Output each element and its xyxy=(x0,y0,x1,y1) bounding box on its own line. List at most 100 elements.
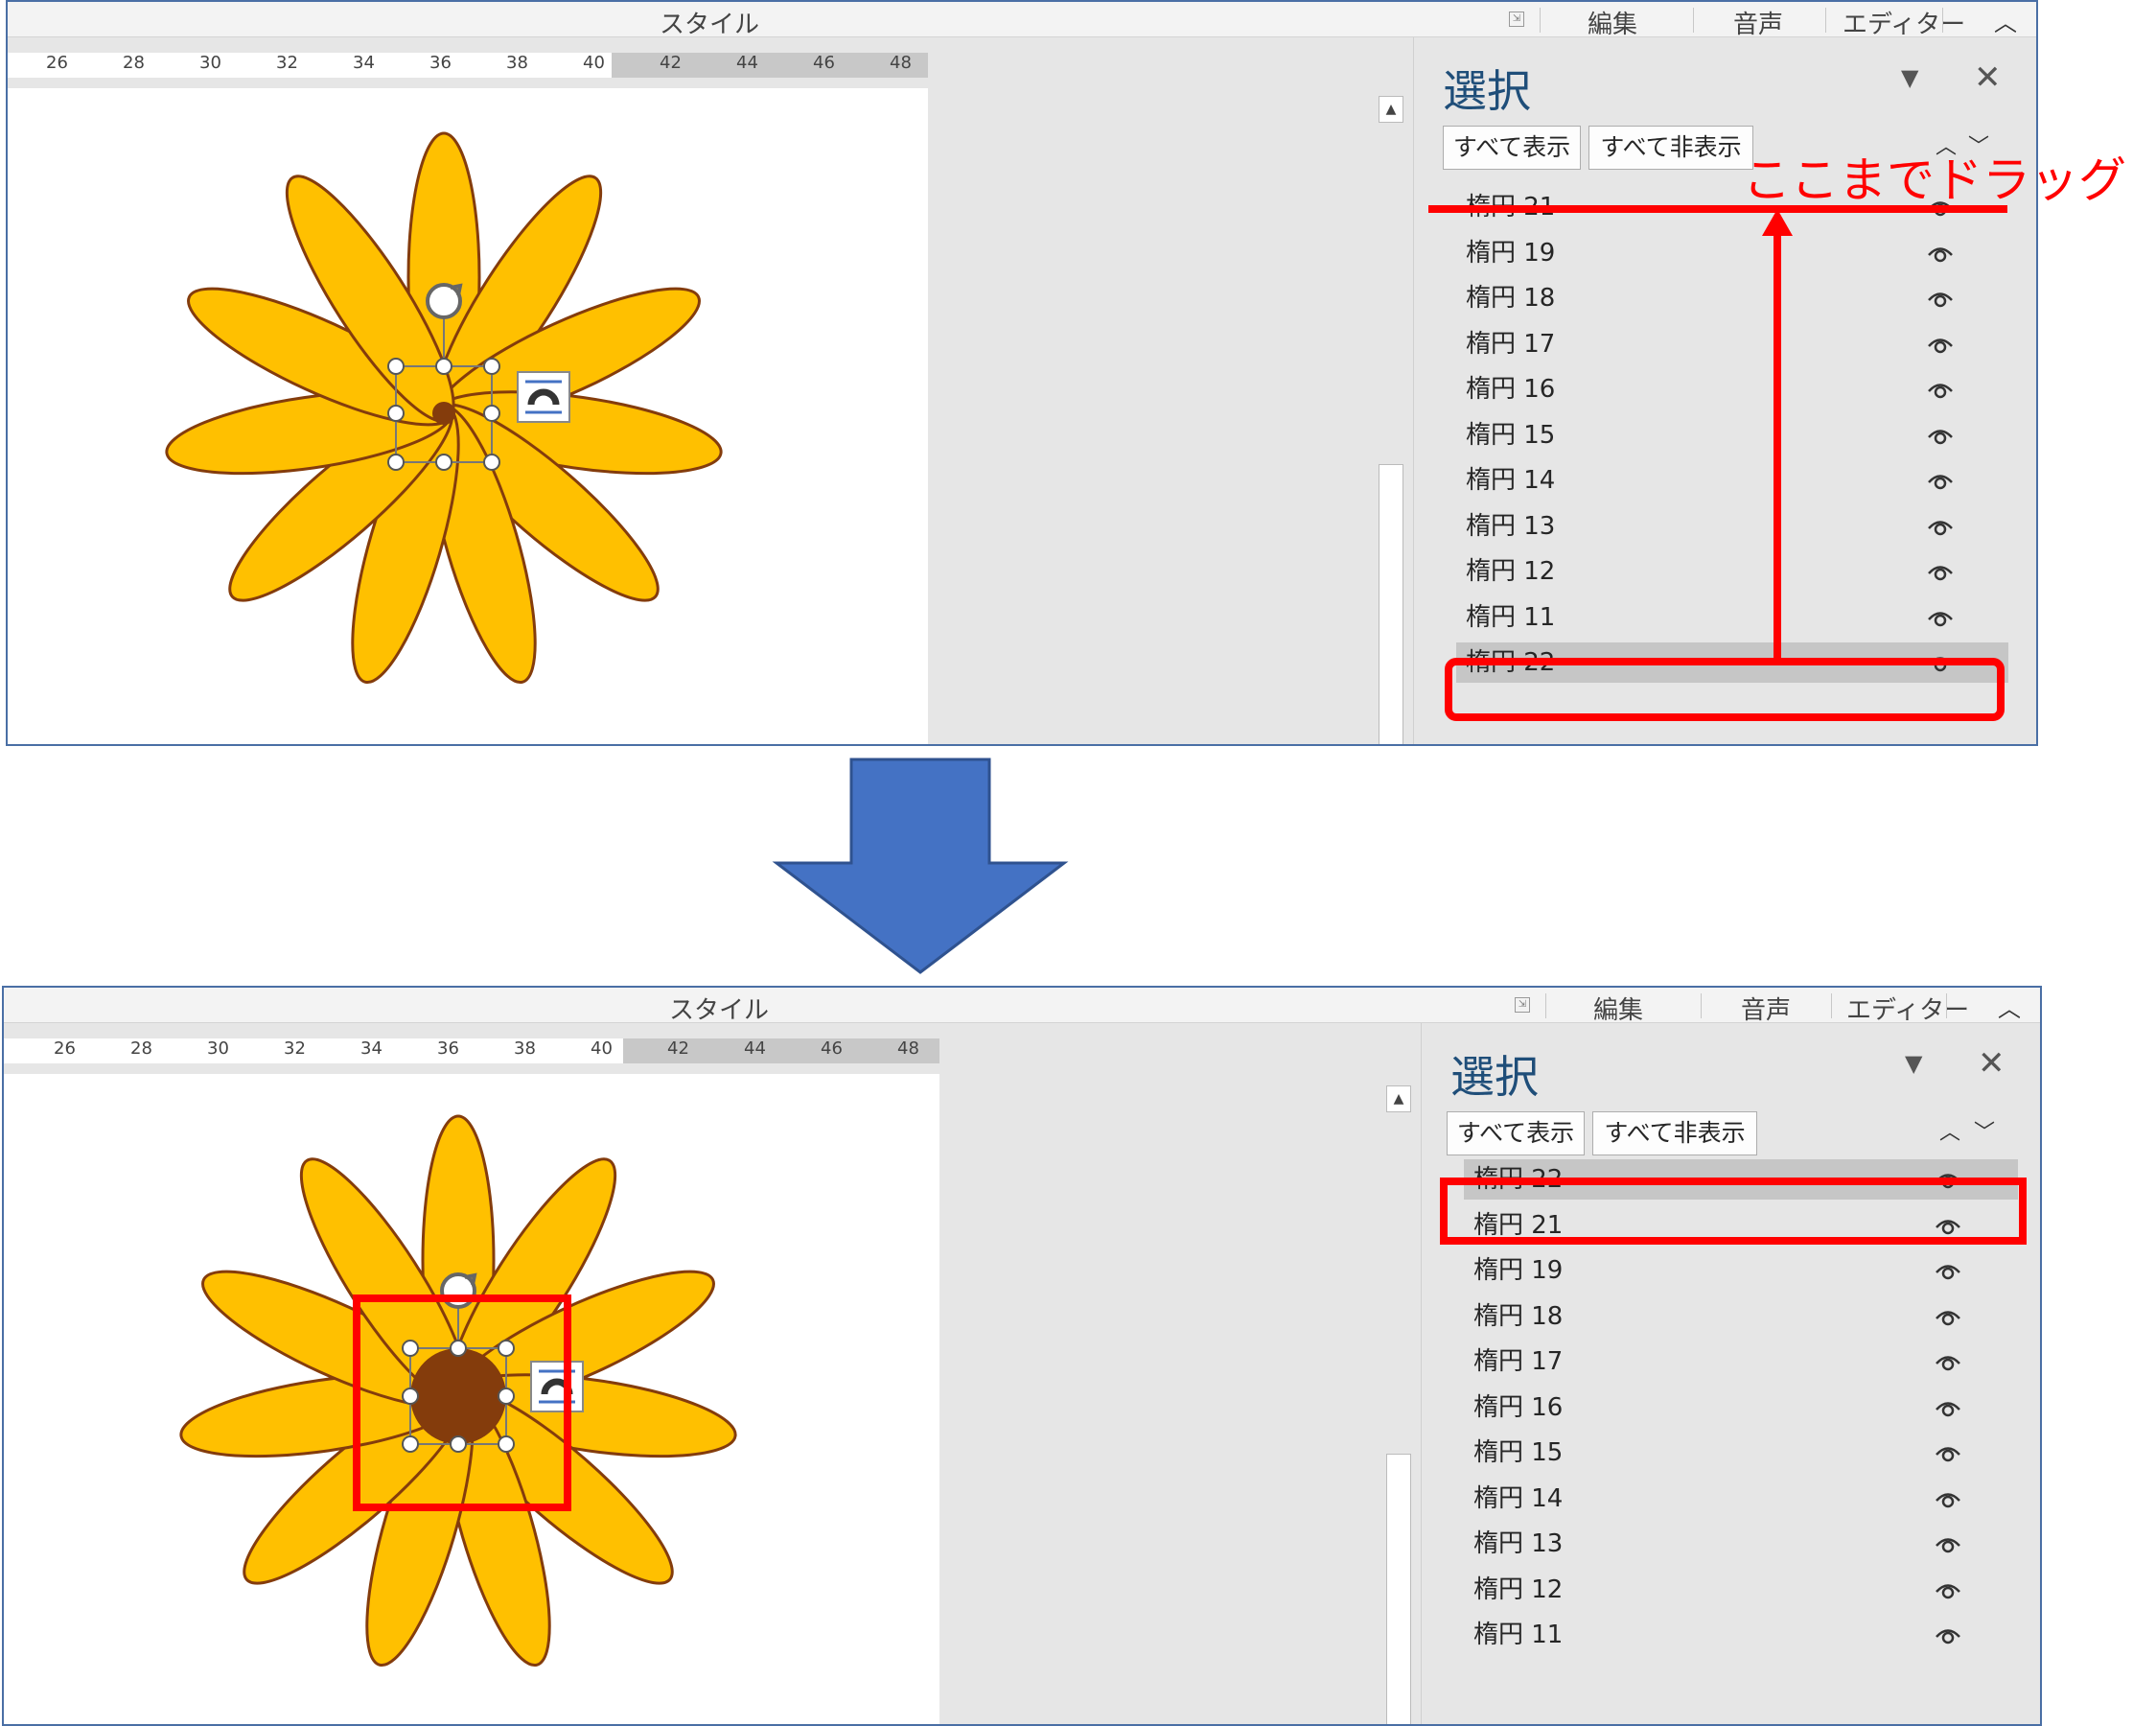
list-item[interactable]: 楕円 13 xyxy=(1456,506,2008,547)
flower-shape-group[interactable] xyxy=(8,88,928,744)
list-item-label: 楕円 11 xyxy=(1466,602,1556,632)
dialog-launcher-icon[interactable]: ⇲ xyxy=(1509,12,1524,27)
ruler-tick: 26 xyxy=(54,1038,76,1059)
list-item[interactable]: 楕円 17 xyxy=(1456,324,2008,364)
eye-icon[interactable] xyxy=(1934,1529,1962,1558)
eye-icon[interactable] xyxy=(1926,375,1955,404)
eye-icon[interactable] xyxy=(1934,1438,1962,1467)
eye-icon[interactable] xyxy=(1934,1484,1962,1513)
horizontal-ruler: 26 28 30 32 34 36 38 40 42 44 46 48 xyxy=(8,37,1413,87)
eye-icon[interactable] xyxy=(1926,603,1955,632)
pane-options-icon[interactable]: ▼ xyxy=(1905,1050,1922,1077)
ribbon-group-style: スタイル xyxy=(669,996,770,1025)
before-screenshot: スタイル ⇲ 編集 音声 エディター ︿ 26 28 30 32 34 36 3… xyxy=(6,0,2038,746)
ribbon-group-voice[interactable]: 音声 xyxy=(1733,5,1783,40)
moved-item-highlight xyxy=(1440,1178,2027,1245)
chevron-down-icon[interactable]: ﹀ xyxy=(1970,1119,1999,1148)
list-item-label: 楕円 17 xyxy=(1466,329,1556,359)
eye-icon[interactable] xyxy=(1934,1347,1962,1376)
ruler-tick: 34 xyxy=(353,53,375,73)
list-item[interactable]: 楕円 12 xyxy=(1456,551,2008,592)
ribbon-group-edit[interactable]: 編集 xyxy=(1588,5,1637,40)
eye-icon[interactable] xyxy=(1926,421,1955,450)
ruler-tick: 26 xyxy=(46,53,68,73)
list-item-label: 楕円 19 xyxy=(1473,1256,1564,1285)
list-item[interactable]: 楕円 19 xyxy=(1456,233,2008,273)
ruler-tick: 38 xyxy=(514,1038,536,1059)
ribbon-group-edit[interactable]: 編集 xyxy=(1593,991,1643,1026)
ribbon-group-editor[interactable]: エディター xyxy=(1843,5,1965,40)
list-item[interactable]: 楕円 13 xyxy=(1464,1524,2018,1564)
eye-icon[interactable] xyxy=(1926,284,1955,313)
eye-icon[interactable] xyxy=(1934,1621,1962,1649)
vertical-scrollbar[interactable]: ▲ xyxy=(1377,88,1405,744)
ribbon-group-voice[interactable]: 音声 xyxy=(1741,991,1791,1026)
list-item-label: 楕円 13 xyxy=(1473,1529,1564,1558)
eye-icon[interactable] xyxy=(1926,466,1955,495)
eye-icon[interactable] xyxy=(1934,1256,1962,1285)
ruler-tick: 40 xyxy=(591,1038,613,1059)
eye-icon[interactable] xyxy=(1934,1302,1962,1331)
list-item-label: 楕円 12 xyxy=(1466,557,1556,586)
show-all-button[interactable]: すべて表示 xyxy=(1447,1111,1585,1155)
ruler-tick: 44 xyxy=(736,53,758,73)
eye-icon[interactable] xyxy=(1926,512,1955,541)
list-item[interactable]: 楕円 18 xyxy=(1456,278,2008,318)
list-item[interactable]: 楕円 16 xyxy=(1464,1388,2018,1428)
horizontal-ruler: 26 28 30 32 34 36 38 40 42 44 46 48 xyxy=(4,1023,1423,1073)
ruler-tick: 44 xyxy=(744,1038,766,1059)
list-item[interactable]: 楕円 18 xyxy=(1464,1296,2018,1337)
list-item[interactable]: 楕円 14 xyxy=(1456,460,2008,501)
ruler-tick: 38 xyxy=(506,53,528,73)
list-item[interactable]: 楕円 17 xyxy=(1464,1341,2018,1382)
document-page[interactable] xyxy=(8,88,928,744)
eye-icon[interactable] xyxy=(1926,330,1955,359)
ruler-tick: 28 xyxy=(123,53,145,73)
list-item-label: 楕円 15 xyxy=(1473,1438,1564,1467)
hide-all-button[interactable]: すべて非表示 xyxy=(1592,1111,1757,1155)
ruler-tick: 32 xyxy=(276,53,298,73)
list-item[interactable]: 楕円 16 xyxy=(1456,369,2008,409)
scroll-up-icon[interactable]: ▲ xyxy=(1386,1085,1411,1112)
list-item[interactable]: 楕円 14 xyxy=(1464,1479,2018,1519)
dialog-launcher-icon[interactable]: ⇲ xyxy=(1515,997,1530,1013)
ruler-tick: 36 xyxy=(437,1038,459,1059)
list-item[interactable]: 楕円 12 xyxy=(1464,1570,2018,1610)
eye-icon[interactable] xyxy=(1926,239,1955,268)
hide-all-button[interactable]: すべて非表示 xyxy=(1588,126,1753,170)
layout-options-icon[interactable] xyxy=(517,371,570,423)
close-icon[interactable]: ✕ xyxy=(1978,1044,2005,1083)
list-item-label: 楕円 16 xyxy=(1466,375,1556,404)
vertical-scrollbar[interactable]: ▲ xyxy=(1384,1074,1413,1724)
scroll-thumb[interactable] xyxy=(1379,464,1403,744)
close-icon[interactable]: ✕ xyxy=(1974,58,2002,97)
list-item-label: 楕円 12 xyxy=(1473,1574,1564,1604)
chevron-up-icon[interactable]: ︿ xyxy=(1936,1119,1964,1148)
eye-icon[interactable] xyxy=(1934,1393,1962,1422)
drop-target-line xyxy=(1428,205,2007,213)
collapse-ribbon-icon[interactable]: ︿ xyxy=(1994,4,2017,37)
list-item[interactable]: 楕円 11 xyxy=(1464,1615,2018,1655)
ruler-tick: 46 xyxy=(821,1038,843,1059)
list-item-label: 楕円 19 xyxy=(1466,238,1556,268)
eye-icon[interactable] xyxy=(1926,557,1955,586)
ruler-tick: 42 xyxy=(667,1038,689,1059)
list-item[interactable]: 楕円 15 xyxy=(1464,1433,2018,1473)
pane-title: 選択 xyxy=(1443,65,1531,117)
rotate-handle-icon[interactable] xyxy=(426,283,463,319)
collapse-ribbon-icon[interactable]: ︿ xyxy=(1998,990,2021,1023)
selected-item-highlight xyxy=(1445,658,2005,721)
pane-options-icon[interactable]: ▼ xyxy=(1901,64,1918,91)
list-item-label: 楕円 14 xyxy=(1466,466,1556,495)
scroll-up-icon[interactable]: ▲ xyxy=(1379,96,1403,123)
list-item[interactable]: 楕円 19 xyxy=(1464,1250,2018,1291)
scroll-thumb[interactable] xyxy=(1386,1454,1411,1724)
ribbon-group-editor[interactable]: エディター xyxy=(1846,991,1969,1026)
ruler-tick: 40 xyxy=(583,53,605,73)
list-item[interactable]: 楕円 15 xyxy=(1456,415,2008,455)
list-item[interactable]: 楕円 11 xyxy=(1456,597,2008,638)
flower-center-small[interactable] xyxy=(432,402,455,425)
eye-icon[interactable] xyxy=(1934,1575,1962,1604)
show-all-button[interactable]: すべて表示 xyxy=(1443,126,1581,170)
list-item-label: 楕円 18 xyxy=(1473,1301,1564,1331)
